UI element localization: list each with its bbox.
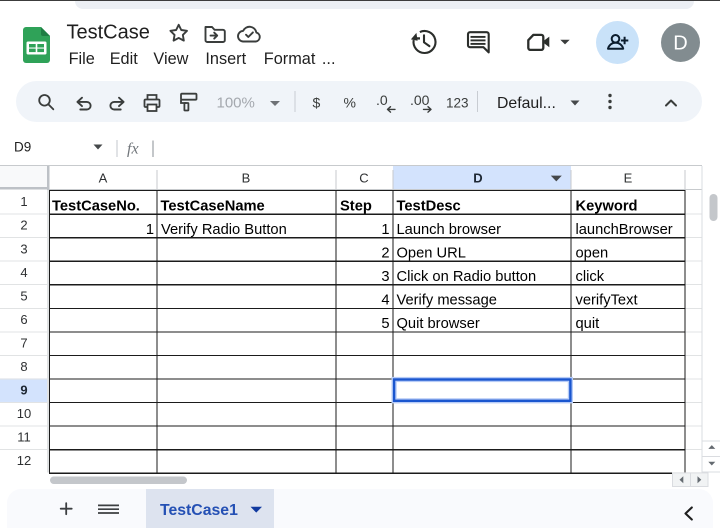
svg-text:Defaul...: Defaul... bbox=[497, 95, 556, 112]
svg-text:100%: 100% bbox=[217, 95, 255, 112]
svg-text:Step: Step bbox=[340, 198, 372, 214]
svg-text:open: open bbox=[576, 246, 609, 262]
svg-text:5: 5 bbox=[20, 288, 27, 303]
svg-text:Keyword: Keyword bbox=[576, 198, 638, 214]
svg-text:Verify message: Verify message bbox=[397, 293, 497, 309]
svg-text:.00: .00 bbox=[410, 92, 430, 108]
svg-text:1: 1 bbox=[381, 222, 389, 238]
svg-text:10: 10 bbox=[17, 406, 31, 421]
svg-text:1: 1 bbox=[20, 194, 27, 209]
svg-text:View: View bbox=[153, 50, 188, 68]
svg-text:TestCase1: TestCase1 bbox=[160, 502, 238, 519]
svg-text:%: % bbox=[344, 95, 356, 111]
svg-text:click: click bbox=[576, 269, 605, 285]
svg-text:2: 2 bbox=[381, 246, 389, 262]
svg-text:D: D bbox=[673, 33, 687, 55]
svg-text:E: E bbox=[624, 171, 633, 186]
svg-text:TestDesc: TestDesc bbox=[397, 198, 461, 214]
svg-text:8: 8 bbox=[20, 359, 27, 374]
svg-text:D9: D9 bbox=[14, 140, 31, 155]
svg-text:1: 1 bbox=[146, 222, 154, 238]
svg-text:Verify Radio Button: Verify Radio Button bbox=[161, 222, 287, 238]
svg-text:4: 4 bbox=[20, 265, 27, 280]
svg-text:Quit browser: Quit browser bbox=[397, 316, 480, 332]
svg-text:$: $ bbox=[313, 95, 321, 111]
svg-text:Click on Radio button: Click on Radio button bbox=[397, 269, 537, 285]
svg-text:TestCaseNo.: TestCaseNo. bbox=[52, 198, 140, 214]
svg-text:3: 3 bbox=[381, 269, 389, 285]
svg-text:D: D bbox=[473, 171, 482, 186]
svg-text:5: 5 bbox=[381, 316, 389, 332]
svg-text:launchBrowser: launchBrowser bbox=[576, 222, 673, 238]
svg-text:Edit: Edit bbox=[110, 50, 139, 68]
svg-text:Open URL: Open URL bbox=[397, 246, 466, 262]
svg-text:fx: fx bbox=[127, 141, 139, 158]
svg-text:.0: .0 bbox=[376, 92, 388, 108]
svg-text:123: 123 bbox=[446, 96, 469, 111]
svg-text:Insert: Insert bbox=[205, 50, 246, 68]
svg-text:TestCase: TestCase bbox=[67, 22, 150, 44]
svg-text:11: 11 bbox=[17, 430, 31, 445]
svg-text:Format: Format bbox=[264, 50, 316, 68]
svg-text:2: 2 bbox=[20, 218, 27, 233]
svg-text:3: 3 bbox=[20, 241, 27, 256]
svg-text:quit: quit bbox=[576, 316, 600, 332]
svg-text:B: B bbox=[242, 171, 251, 186]
svg-text:12: 12 bbox=[17, 453, 31, 468]
svg-text:6: 6 bbox=[20, 312, 27, 327]
svg-text:File: File bbox=[69, 50, 95, 68]
svg-text:verifyText: verifyText bbox=[576, 293, 638, 309]
svg-text:7: 7 bbox=[20, 336, 27, 351]
svg-text:Launch browser: Launch browser bbox=[397, 222, 502, 238]
svg-text:TestCaseName: TestCaseName bbox=[161, 198, 265, 214]
svg-text:...: ... bbox=[322, 50, 336, 68]
svg-text:A: A bbox=[99, 171, 108, 186]
svg-text:C: C bbox=[359, 171, 368, 186]
svg-text:9: 9 bbox=[20, 383, 27, 398]
svg-text:4: 4 bbox=[381, 293, 389, 309]
